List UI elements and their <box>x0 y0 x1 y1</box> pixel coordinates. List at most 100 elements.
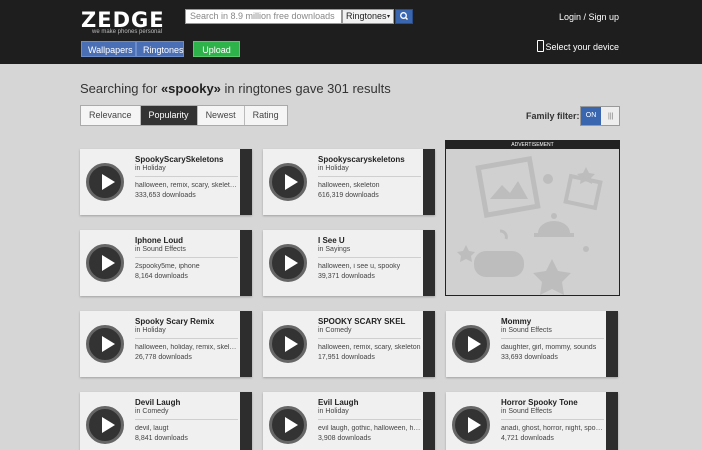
play-icon[interactable] <box>269 325 307 363</box>
card-divider <box>501 338 604 339</box>
ringtone-downloads: 333,653 downloads <box>135 192 196 199</box>
ringtone-tags: daughter, girl, mommy, sounds <box>501 344 597 351</box>
play-icon[interactable] <box>452 325 490 363</box>
tab-newest[interactable]: Newest <box>198 106 245 125</box>
ad-placeholder-icon <box>457 155 603 295</box>
ringtone-category[interactable]: in Sound Effects <box>135 246 186 253</box>
card-edge <box>423 149 435 215</box>
ringtone-category[interactable]: in Comedy <box>318 327 351 334</box>
ringtone-tags: devil, laugt <box>135 425 169 432</box>
family-filter-label: Family filter: <box>526 111 580 121</box>
ringtone-card[interactable]: Evil Laugh in Holiday evil laugh, gothic… <box>263 392 435 450</box>
advertisement-box[interactable]: ADVERTISEMENT <box>445 140 620 296</box>
play-icon[interactable] <box>452 406 490 444</box>
ringtone-tags: halloween, remix, scary, skeletons <box>135 182 238 189</box>
card-divider <box>318 176 421 177</box>
nav-ringtones-button[interactable]: Ringtones <box>136 41 184 57</box>
play-icon[interactable] <box>86 244 124 282</box>
ringtone-tags: halloween, skeleton <box>318 182 380 189</box>
grip-icon: ||| <box>608 113 614 120</box>
card-divider <box>318 257 421 258</box>
search-input[interactable]: Search in 8.9 million free downloads <box>185 9 342 24</box>
ringtone-category[interactable]: in Sound Effects <box>501 327 552 334</box>
ringtone-card[interactable]: Mommy in Sound Effects daughter, girl, m… <box>446 311 618 377</box>
play-icon[interactable] <box>86 163 124 201</box>
ringtone-downloads: 4,721 downloads <box>501 435 554 442</box>
chevron-down-icon: ▾ <box>386 14 390 20</box>
results-heading: Searching for «spooky» in ringtones gave… <box>80 81 391 96</box>
ringtone-title[interactable]: Mommy <box>501 317 604 326</box>
ringtone-title[interactable]: SPOOKY SCARY SKEL <box>318 317 421 326</box>
ringtone-category[interactable]: in Comedy <box>135 408 168 415</box>
card-divider <box>318 419 421 420</box>
card-divider <box>135 419 238 420</box>
ringtone-category[interactable]: in Sayings <box>318 246 350 253</box>
play-icon[interactable] <box>86 325 124 363</box>
ringtone-title[interactable]: Horror Spooky Tone <box>501 398 604 407</box>
login-signup-link[interactable]: Login / Sign up <box>559 12 619 22</box>
card-edge <box>240 230 252 296</box>
ringtone-downloads: 17,951 downloads <box>318 354 375 361</box>
ringtone-category[interactable]: in Holiday <box>318 408 349 415</box>
search-button[interactable] <box>395 9 413 24</box>
ringtone-category[interactable]: in Holiday <box>135 327 166 334</box>
ringtone-category[interactable]: in Holiday <box>318 165 349 172</box>
ringtone-title[interactable]: SpookyScarySkeletons <box>135 155 238 164</box>
ringtone-card[interactable]: Spooky Scary Remix in Holiday halloween,… <box>80 311 252 377</box>
tab-popularity[interactable]: Popularity <box>140 106 198 125</box>
card-edge <box>240 311 252 377</box>
card-edge <box>240 149 252 215</box>
play-icon[interactable] <box>86 406 124 444</box>
top-bar: ZEDGE we make phones personal Search in … <box>0 0 702 64</box>
select-device-link[interactable]: Select your device <box>545 42 619 52</box>
ringtone-card[interactable]: Iphone Loud in Sound Effects 2spooky5me,… <box>80 230 252 296</box>
ringtone-card[interactable]: SPOOKY SCARY SKEL in Comedy halloween, r… <box>263 311 435 377</box>
play-icon[interactable] <box>269 406 307 444</box>
ringtone-title[interactable]: I See U <box>318 236 421 245</box>
card-edge <box>423 311 435 377</box>
play-icon[interactable] <box>269 163 307 201</box>
ringtone-tags: halloween, i see u, spooky <box>318 263 401 270</box>
ringtone-card[interactable]: Horror Spooky Tone in Sound Effects anad… <box>446 392 618 450</box>
ringtone-title[interactable]: Iphone Loud <box>135 236 238 245</box>
card-edge <box>606 392 618 450</box>
card-edge <box>606 311 618 377</box>
ringtone-downloads: 33,693 downloads <box>501 354 558 361</box>
phone-icon <box>537 40 544 52</box>
nav-wallpapers-button[interactable]: Wallpapers <box>81 41 136 57</box>
ringtone-tags: anadi, ghost, horror, night, spooky <box>501 425 604 432</box>
ringtone-category[interactable]: in Sound Effects <box>501 408 552 415</box>
card-edge <box>423 230 435 296</box>
ringtone-card[interactable]: Devil Laugh in Comedy devil, laugt 8,841… <box>80 392 252 450</box>
sort-tabs: Relevance Popularity Newest Rating <box>80 105 288 126</box>
ringtone-tags: 2spooky5me, iphone <box>135 263 200 270</box>
ringtone-card[interactable]: I See U in Sayings halloween, i see u, s… <box>263 230 435 296</box>
ringtone-downloads: 39,371 downloads <box>318 273 375 280</box>
results-query: «spooky» <box>160 81 221 96</box>
ringtone-title[interactable]: Devil Laugh <box>135 398 238 407</box>
ringtone-title[interactable]: Spooky Scary Remix <box>135 317 238 326</box>
upload-button[interactable]: Upload <box>193 41 240 57</box>
ringtone-card[interactable]: Spookyscaryskeletons in Holiday hallowee… <box>263 149 435 215</box>
ringtone-title[interactable]: Evil Laugh <box>318 398 421 407</box>
ringtone-downloads: 3,908 downloads <box>318 435 371 442</box>
tab-rating[interactable]: Rating <box>245 106 287 125</box>
play-icon[interactable] <box>269 244 307 282</box>
search-category-select[interactable]: Ringtones ▾ <box>342 9 394 24</box>
family-filter-toggle[interactable]: ON ||| <box>580 106 620 126</box>
ringtone-title[interactable]: Spookyscaryskeletons <box>318 155 421 164</box>
family-filter-state: ON <box>581 107 601 125</box>
card-edge <box>240 392 252 450</box>
card-divider <box>318 338 421 339</box>
ringtone-downloads: 26,778 downloads <box>135 354 192 361</box>
tab-relevance[interactable]: Relevance <box>81 106 141 125</box>
ringtone-category[interactable]: in Holiday <box>135 165 166 172</box>
card-divider <box>135 176 238 177</box>
ringtone-downloads: 616,319 downloads <box>318 192 379 199</box>
search-category-value: Ringtones <box>346 11 387 21</box>
card-divider <box>135 338 238 339</box>
ringtone-card[interactable]: SpookyScarySkeletons in Holiday hallowee… <box>80 149 252 215</box>
card-divider <box>135 257 238 258</box>
ringtone-downloads: 8,841 downloads <box>135 435 188 442</box>
logo-tagline: we make phones personal <box>92 29 163 35</box>
